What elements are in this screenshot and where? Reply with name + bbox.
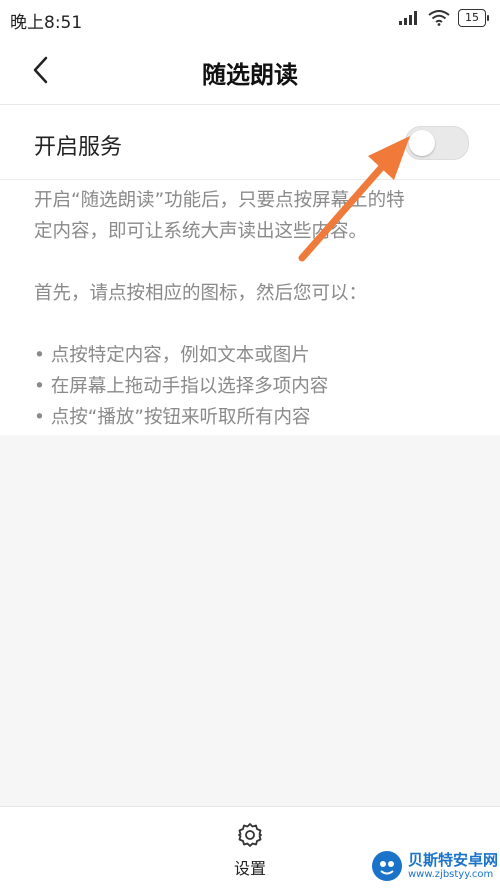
description-line: 开启“随选朗读”功能后，只要点按屏幕上的特 (34, 190, 405, 211)
service-toggle-label: 开启服务 (34, 135, 123, 160)
watermark-text: 贝斯特安卓网 www.zjbstyy.com (408, 850, 499, 880)
header: 随选朗读 (0, 38, 500, 105)
status-time: 晚上8:51 (10, 13, 83, 33)
signal-icon (399, 11, 417, 25)
watermark-url: www.zjbstyy.com (408, 868, 494, 880)
description-line: 定内容，即可让系统大声读出这些内容。 (34, 221, 368, 242)
settings-tab-label: 设置 (233, 859, 266, 878)
service-toggle-switch[interactable] (405, 126, 469, 160)
gear-icon (238, 823, 262, 847)
watermark-logo-icon (372, 851, 402, 881)
watermark: 贝斯特安卓网 www.zjbstyy.com (370, 846, 498, 886)
wifi-icon (428, 10, 450, 26)
status-bar: 晚上8:51 15 (0, 0, 500, 38)
page-title: 随选朗读 (202, 61, 298, 89)
content-panel: 开启服务 开启“随选朗读”功能后，只要点按屏幕上的特 定内容，即可让系统大声读出… (0, 105, 500, 435)
watermark-title: 贝斯特安卓网 (408, 850, 499, 869)
battery-icon: 15 (458, 9, 489, 27)
toggle-knob (409, 130, 435, 156)
settings-tab[interactable]: 设置 (218, 821, 282, 881)
description-line: • 点按“播放”按钮来听取所有内容 (34, 407, 311, 428)
description: 开启“随选朗读”功能后，只要点按屏幕上的特 定内容，即可让系统大声读出这些内容。… (34, 185, 474, 433)
description-line: • 在屏幕上拖动手指以选择多项内容 (34, 376, 329, 397)
description-line: • 点按特定内容，例如文本或图片 (34, 345, 310, 366)
service-toggle-row[interactable]: 开启服务 (0, 105, 500, 180)
description-line: 首先，请点按相应的图标，然后您可以： (34, 283, 368, 304)
status-icons: 15 (398, 7, 489, 29)
